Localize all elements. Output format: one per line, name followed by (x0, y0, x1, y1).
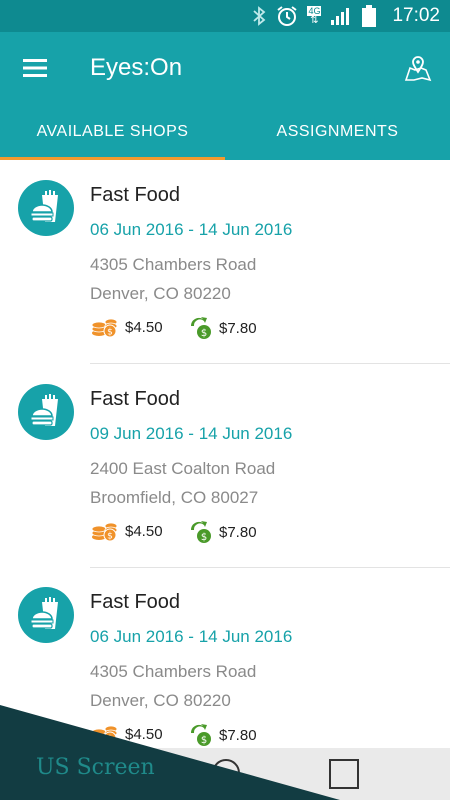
shop-address-line1: 4305 Chambers Road (90, 255, 257, 274)
shop-dates: 06 Jun 2016 - 14 Jun 2016 (90, 220, 293, 239)
shop-title: Fast Food (90, 591, 181, 613)
recent-apps-button[interactable] (329, 759, 359, 789)
fast-food-icon (18, 384, 74, 440)
hamburger-icon (23, 59, 47, 77)
reimbursement-icon: $ (190, 724, 211, 746)
fast-food-icon (18, 587, 74, 643)
svg-text:$: $ (107, 532, 113, 542)
shop-reimbursement: $ $7.80 (188, 723, 257, 747)
bluetooth-icon (248, 5, 270, 27)
shop-reimbursement-value: $7.80 (219, 726, 257, 744)
shop-dates: 06 Jun 2016 - 14 Jun 2016 (90, 627, 293, 646)
shop-fee-value: $4.50 (125, 318, 163, 336)
shop-card[interactable]: Fast Food 06 Jun 2016 - 14 Jun 2016 4305… (0, 567, 450, 748)
tab-bar: AVAILABLE SHOPS ASSIGNMENTS (0, 104, 450, 160)
map-marker-icon (404, 56, 432, 82)
shop-title: Fast Food (90, 388, 181, 410)
shop-reimbursement-value: $7.80 (219, 523, 257, 541)
reimbursement-icon: $ (190, 521, 211, 543)
network-4g-icon: 4G ⇅ (307, 6, 322, 26)
reimbursement-icon: $ (190, 317, 211, 339)
app-bar: Eyes:On (0, 32, 450, 104)
coins-icon: $ (91, 522, 118, 542)
shop-card[interactable]: Fast Food 09 Jun 2016 - 14 Jun 2016 2400… (0, 364, 450, 568)
tab-available-shops[interactable]: AVAILABLE SHOPS (0, 104, 225, 160)
app-title: Eyes:On (90, 54, 183, 81)
shop-reimbursement: $ $7.80 (188, 316, 257, 340)
signal-icon (330, 5, 352, 27)
shop-dates: 09 Jun 2016 - 14 Jun 2016 (90, 424, 293, 443)
alarm-icon (276, 5, 298, 27)
coins-icon: $ (91, 725, 118, 745)
status-bar: 4G ⇅ 17:02 (0, 0, 450, 32)
shop-fee: $ $4.50 (90, 316, 163, 338)
shop-fee-value: $4.50 (125, 725, 163, 743)
shop-fee: $ $4.50 (90, 723, 163, 745)
shop-address-line2: Broomfield, CO 80027 (90, 488, 259, 507)
shop-address-line2: Denver, CO 80220 (90, 284, 231, 303)
shop-address-line1: 4305 Chambers Road (90, 662, 257, 681)
svg-text:$: $ (201, 532, 207, 543)
shop-list[interactable]: Fast Food 06 Jun 2016 - 14 Jun 2016 4305… (0, 160, 450, 748)
shop-address-line1: 2400 East Coalton Road (90, 459, 276, 478)
status-time: 17:02 (392, 5, 440, 26)
fast-food-icon (18, 180, 74, 236)
svg-text:$: $ (107, 328, 113, 338)
shop-fee: $ $4.50 (90, 520, 163, 542)
menu-button[interactable] (0, 32, 70, 104)
shop-card[interactable]: Fast Food 06 Jun 2016 - 14 Jun 2016 4305… (0, 160, 450, 364)
battery-icon (358, 5, 380, 27)
shop-reimbursement: $ $7.80 (188, 520, 257, 544)
shop-fee-value: $4.50 (125, 522, 163, 540)
svg-text:$: $ (107, 735, 113, 745)
svg-text:$: $ (201, 735, 207, 746)
home-button[interactable] (212, 759, 240, 787)
shop-title: Fast Food (90, 184, 181, 206)
shop-address-line2: Denver, CO 80220 (90, 691, 231, 710)
shop-reimbursement-value: $7.80 (219, 319, 257, 337)
coins-icon: $ (91, 318, 118, 338)
map-button[interactable] (386, 32, 450, 104)
tab-assignments[interactable]: ASSIGNMENTS (225, 104, 450, 160)
watermark-text: US Screen (36, 755, 155, 780)
svg-text:$: $ (201, 328, 207, 339)
